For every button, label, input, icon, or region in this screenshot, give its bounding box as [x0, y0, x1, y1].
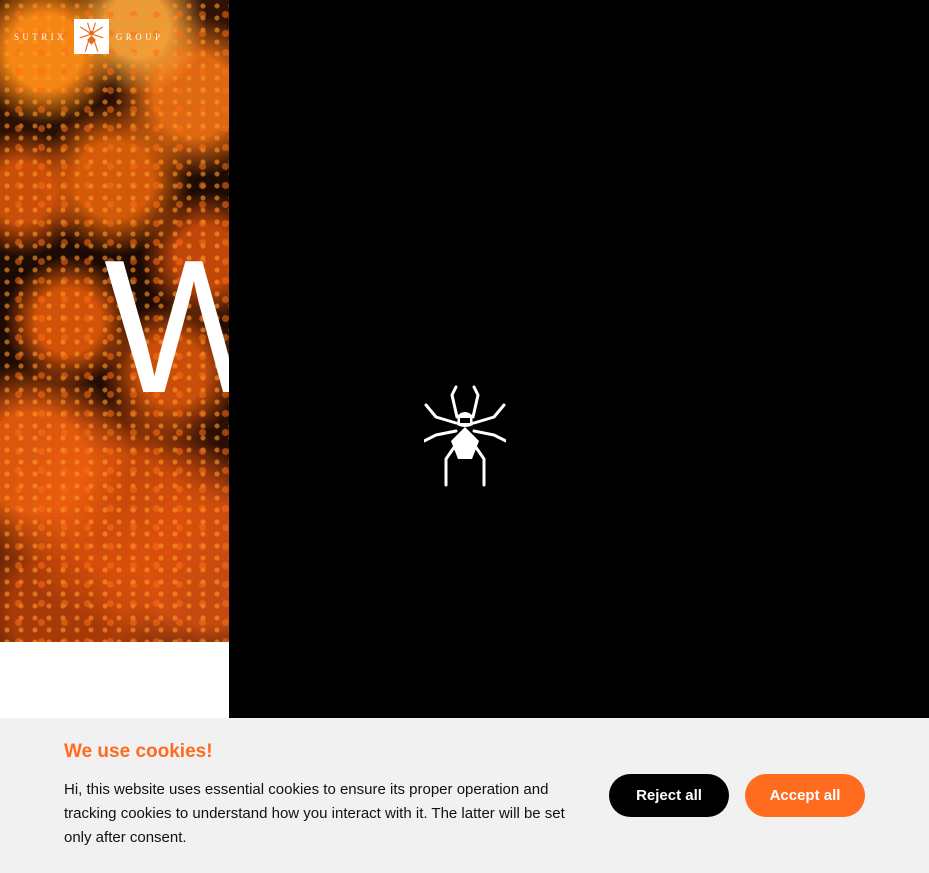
reject-all-button[interactable]: Reject all: [609, 774, 729, 817]
hero-background-image: W: [0, 0, 229, 642]
logo-text-right: GROUP: [115, 31, 164, 42]
logo-text-left: SUTRIX: [14, 31, 67, 42]
hero-heading: W: [104, 221, 229, 433]
logo-spider-icon: [73, 19, 109, 54]
cookie-title: We use cookies!: [64, 741, 213, 762]
accept-all-button[interactable]: Accept all: [745, 774, 865, 817]
spider-icon: [424, 385, 506, 487]
site-logo[interactable]: SUTRIX GROUP: [14, 19, 163, 54]
page-loader-overlay: [229, 0, 929, 718]
cookie-message: Hi, this website uses essential cookies …: [64, 781, 565, 846]
